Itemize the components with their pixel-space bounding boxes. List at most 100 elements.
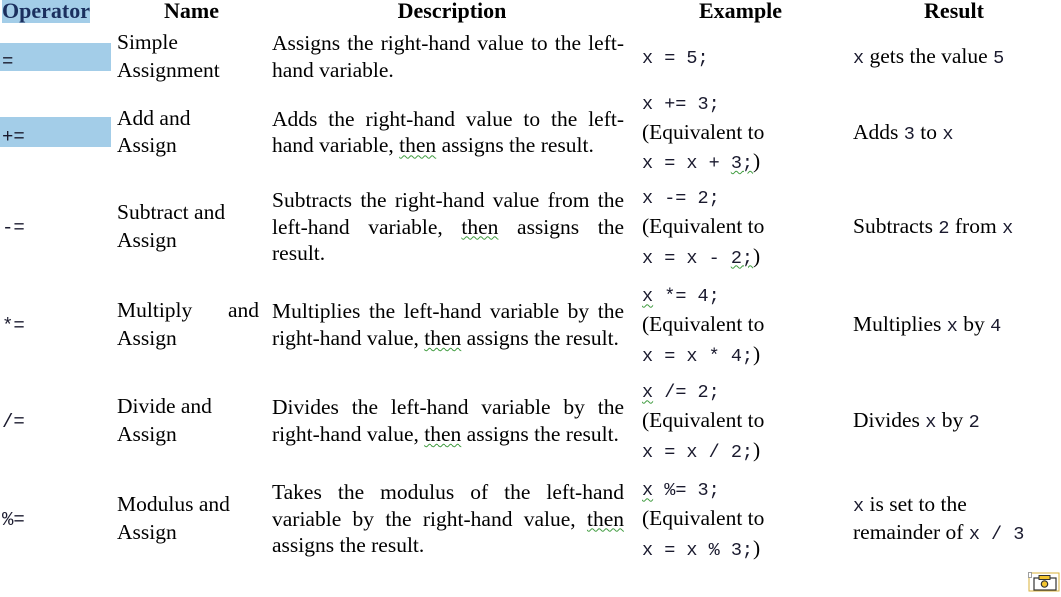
description-grammar-flag: then (399, 133, 437, 158)
image-placeholder-icon (1028, 572, 1060, 592)
operator-cell: /= (0, 373, 113, 469)
result-code-1: x (946, 316, 958, 338)
result-cell: x gets the value 5 (847, 26, 1061, 88)
example-cell: x -= 2; (Equivalent to x = x - 2;) (634, 177, 847, 277)
description-grammar-flag: then (424, 325, 462, 350)
result-text-2: by (936, 408, 969, 433)
operator-symbol: %= (2, 509, 25, 532)
result-cell: Multiplies x by 4 (847, 277, 1061, 373)
result-code-2: x (942, 123, 954, 145)
example-equivalent-label: (Equivalent to (642, 213, 765, 238)
result-code-2: 4 (990, 316, 1002, 338)
example-code: *= 4; (653, 286, 720, 308)
result-text-1: Adds (853, 119, 904, 144)
example-equivalent-close: ) (753, 437, 761, 462)
result-cell: Subtracts 2 from x (847, 177, 1061, 277)
example-equivalent-close: ) (753, 149, 761, 174)
operator-symbol: += (2, 126, 25, 149)
column-header-name: Name (164, 0, 219, 23)
name-line-1: Add and (117, 105, 191, 130)
column-header-operator: Operator (0, 0, 113, 26)
example-cell: x += 3; (Equivalent to x = x + 3;) (634, 88, 847, 177)
example-equivalent-label: (Equivalent to (642, 311, 765, 336)
result-cell: Divides x by 2 (847, 373, 1061, 469)
name-line-1: Multiply and (117, 298, 259, 323)
name-cell: Subtract and Assign (113, 177, 270, 277)
name-line-2: Assignment (117, 58, 220, 82)
result-code-2: x / 3 (968, 523, 1025, 545)
result-code-2: x (1002, 218, 1014, 240)
example-code-grammar-flag: x (642, 286, 654, 308)
name-line-2: Assign (117, 227, 177, 252)
example-equivalent-code: x = x + (642, 153, 731, 175)
name-line-2: Assign (117, 421, 177, 446)
example-cell: x = 5; (634, 26, 847, 88)
table-header-row: Operator Name Description Example Result (0, 0, 1061, 26)
operator-cell: += (0, 88, 113, 177)
result-text-1: Divides (853, 408, 926, 433)
description-text-b: assigns the result. (272, 533, 425, 558)
result-cell: Adds 3 to x (847, 88, 1061, 177)
example-equivalent-close: ) (753, 243, 761, 268)
result-code-1: x (853, 48, 865, 70)
example-code: x += 3; (642, 94, 720, 115)
example-equivalent-close: ) (753, 341, 761, 366)
table-row: = Simple Assignment Assigns the right-ha… (0, 26, 1061, 88)
description-cell: Divides the left-hand variable by the ri… (270, 373, 634, 469)
operator-cell: -= (0, 177, 113, 277)
result-code-1: x (925, 412, 937, 434)
example-equivalent-label: (Equivalent to (642, 407, 765, 432)
description-text: Assigns the right-hand value to the left… (272, 31, 624, 82)
operator-symbol: = (2, 51, 14, 73)
operator-symbol: -= (2, 217, 25, 240)
operator-highlight: += (0, 117, 111, 148)
name-line-1: Subtract and (117, 200, 226, 225)
name-cell: Simple Assignment (113, 26, 270, 88)
result-text-2: by (957, 312, 991, 337)
example-equivalent-label: (Equivalent to (642, 119, 765, 144)
description-cell: Assigns the right-hand value to the left… (270, 26, 634, 88)
example-equivalent-label: (Equivalent to (642, 505, 765, 530)
name-cell: Divide and Assign (113, 373, 270, 469)
name-cell: Modulus and Assign (113, 469, 270, 569)
name-line-2: Assign (117, 325, 177, 350)
document-page: Operator Name Description Example Result… (0, 0, 1061, 592)
result-text-1: Multiplies (853, 312, 947, 337)
example-equivalent-code: x = x - (642, 247, 731, 269)
result-code-1: 2 (938, 218, 950, 240)
example-equivalent-close: ) (753, 535, 761, 560)
description-cell: Subtracts the right-hand value from the … (270, 177, 634, 277)
example-code: x -= 2; (642, 188, 720, 210)
operator-cell: = (0, 26, 113, 88)
result-code-1: x (853, 496, 865, 518)
table-row: /= Divide and Assign Divides the left-ha… (0, 373, 1061, 469)
table-row: %= Modulus and Assign Takes the modulus … (0, 469, 1061, 569)
result-code-2: 2 (968, 412, 980, 434)
description-text-b: assigns the result. (461, 421, 619, 446)
table-header: Operator Name Description Example Result (0, 0, 1061, 26)
result-text: gets the value (864, 44, 994, 69)
example-code: %= 3; (653, 480, 720, 502)
example-cell: x /= 2; (Equivalent to x = x / 2;) (634, 373, 847, 469)
result-text-2: to (914, 119, 943, 144)
column-header-result: Result (924, 0, 984, 23)
table-body: = Simple Assignment Assigns the right-ha… (0, 26, 1061, 569)
table-row: += Add and Assign Adds the right-hand va… (0, 88, 1061, 177)
operator-symbol: *= (2, 315, 25, 338)
description-text-a: Takes the modulus of the left-hand varia… (272, 479, 624, 531)
name-line-1: Modulus and (117, 492, 230, 517)
description-grammar-flag: then (424, 421, 462, 446)
result-cell: x is set to the remainder of x / 3 (847, 469, 1061, 569)
description-grammar-flag: then (586, 506, 624, 531)
example-code-grammar-flag: x (642, 382, 654, 404)
result-text-2: from (949, 214, 1003, 239)
operator-cell: %= (0, 469, 113, 569)
example-code: /= 2; (653, 382, 720, 404)
example-cell: x %= 3; (Equivalent to x = x % 3;) (634, 469, 847, 569)
description-text-b: assigns the result. (461, 325, 619, 350)
name-line-1: Divide and (117, 394, 212, 419)
column-header-operator-label: Operator (2, 0, 90, 23)
name-cell: Add and Assign (113, 88, 270, 177)
operator-cell: *= (0, 277, 113, 373)
table-row: -= Subtract and Assign Subtracts the rig… (0, 177, 1061, 277)
